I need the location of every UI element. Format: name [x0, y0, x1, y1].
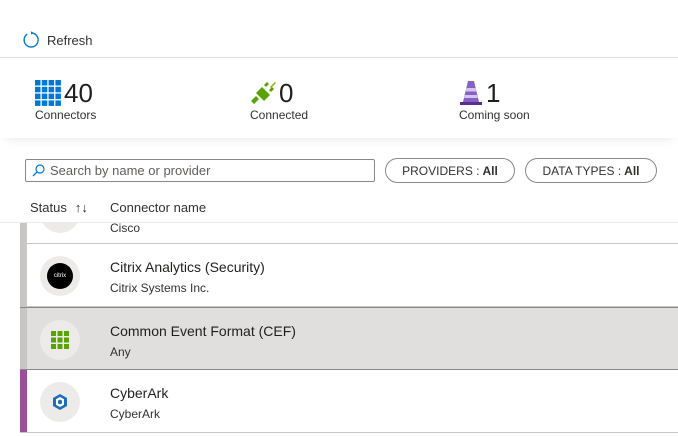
- cone-icon: [460, 81, 482, 105]
- cisco-logo: [40, 223, 80, 233]
- connector-row-cyberark[interactable]: CyberArk CyberArk: [20, 370, 678, 433]
- datatypes-filter[interactable]: DATA TYPES : All: [525, 158, 657, 183]
- cef-logo: [40, 320, 80, 360]
- connector-name: Citrix Analytics (Security): [110, 259, 265, 275]
- connector-row-citrix[interactable]: citrix Citrix Analytics (Security) Citri…: [20, 244, 678, 307]
- filter-bar: PROVIDERS : All DATA TYPES : All: [0, 150, 678, 190]
- connected-count: 0: [279, 78, 294, 108]
- connector-provider: Citrix Systems Inc.: [110, 281, 210, 295]
- grid-icon: [51, 331, 69, 349]
- connector-list: Cisco citrix Citrix Analytics (Security)…: [0, 222, 678, 436]
- search-icon: [32, 164, 45, 177]
- grid-header: Status ↑↓ Connector name: [0, 192, 678, 222]
- connectors-label: Connectors: [35, 108, 97, 122]
- status-indicator: [20, 308, 27, 369]
- status-indicator: [20, 244, 27, 306]
- connector-provider: Cisco: [110, 222, 141, 235]
- connector-row-cisco[interactable]: Cisco: [20, 222, 678, 244]
- stat-coming-soon: 1 Coming soon: [459, 78, 530, 122]
- search-input[interactable]: [50, 163, 370, 178]
- status-indicator: [20, 223, 27, 243]
- citrix-logo: citrix: [40, 256, 80, 296]
- refresh-button[interactable]: Refresh: [22, 30, 93, 50]
- stat-connected: 0 Connected: [250, 78, 308, 122]
- datatypes-filter-value: All: [624, 163, 640, 178]
- refresh-icon: [23, 31, 39, 48]
- grid-icon: [35, 80, 61, 106]
- connector-row-cef[interactable]: Common Event Format (CEF) Any: [20, 307, 678, 370]
- providers-filter-value: All: [482, 163, 498, 178]
- status-column-header[interactable]: Status ↑↓: [30, 200, 88, 215]
- connector-name: CyberArk: [110, 385, 169, 401]
- connector-provider: CyberArk: [110, 407, 161, 421]
- search-box[interactable]: [25, 159, 375, 182]
- name-column-header[interactable]: Connector name: [110, 200, 206, 215]
- plug-icon: [251, 82, 276, 104]
- citrix-logo-text: citrix: [53, 273, 67, 279]
- command-bar: Refresh: [0, 0, 678, 58]
- coming-soon-count: 1: [486, 78, 501, 108]
- connectors-count: 40: [64, 78, 93, 108]
- stat-connectors: 40 Connectors: [35, 78, 96, 122]
- cyberark-logo: [40, 382, 80, 422]
- datatypes-filter-label: DATA TYPES :: [542, 163, 622, 178]
- status-column-label: Status: [30, 200, 67, 215]
- sort-icon: ↑↓: [74, 200, 88, 215]
- providers-filter-label: PROVIDERS :: [402, 163, 480, 178]
- connector-summary: 40 Connectors 0 Connected 1 Coming soon: [0, 58, 678, 138]
- connector-name: Common Event Format (CEF): [110, 323, 296, 339]
- status-indicator: [20, 370, 27, 432]
- connector-provider: Any: [110, 345, 131, 359]
- connected-label: Connected: [250, 108, 309, 122]
- providers-filter[interactable]: PROVIDERS : All: [385, 158, 515, 183]
- coming-soon-label: Coming soon: [459, 108, 530, 122]
- refresh-label: Refresh: [47, 32, 93, 48]
- cyberark-icon: [53, 394, 67, 410]
